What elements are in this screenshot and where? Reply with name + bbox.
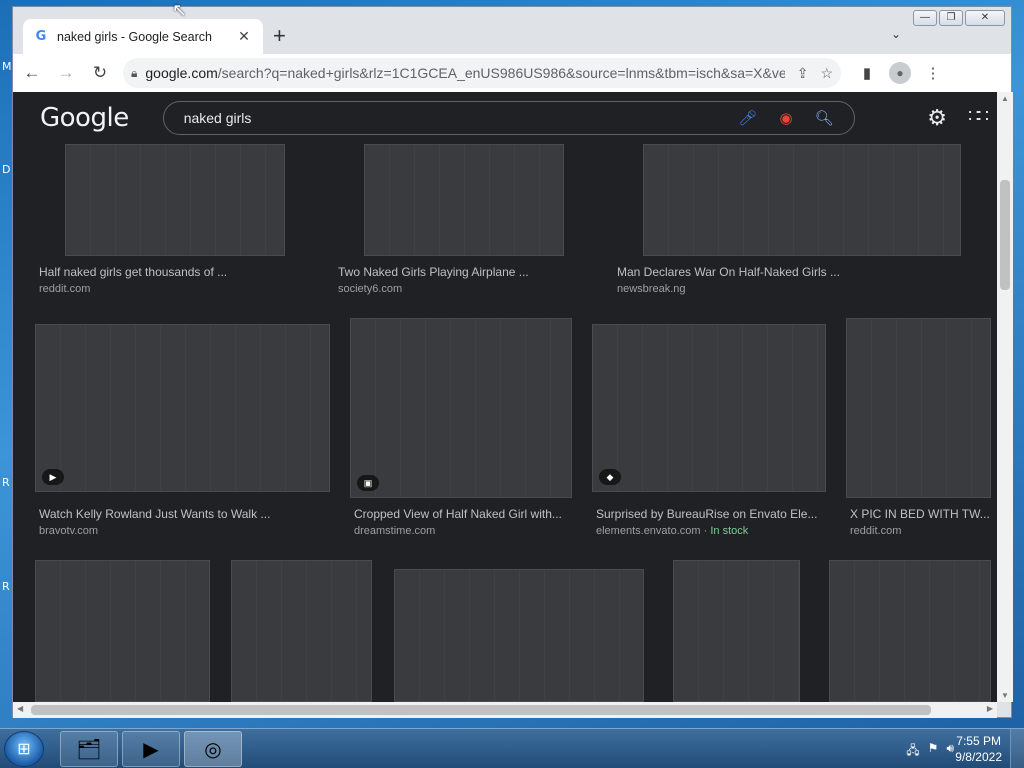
result-image[interactable] (394, 569, 644, 702)
forward-button[interactable]: → (51, 63, 81, 83)
result-source[interactable]: society6.com (338, 283, 402, 295)
address-bar[interactable]: 🔒︎ google.com/search?q=naked+girls&rlz=1… (123, 58, 841, 88)
url-path: /search?q=naked+girls&rlz=1C1GCEA_enUS98… (217, 65, 785, 81)
lock-icon[interactable]: 🔒︎ (131, 66, 137, 81)
scroll-left-arrow-icon[interactable]: ◀ (17, 704, 23, 713)
result-image[interactable] (673, 560, 800, 702)
vertical-scroll-thumb[interactable] (1000, 180, 1010, 290)
result-title[interactable]: Watch Kelly Rowland Just Wants to Walk .… (39, 507, 289, 521)
chrome-menu-icon[interactable]: ⋮ (917, 64, 949, 82)
result-source[interactable]: reddit.com (850, 525, 901, 537)
vertical-scrollbar[interactable]: ▲ ▼ (997, 92, 1013, 702)
price-tag-icon: ◆ (599, 469, 621, 485)
clock-date: 9/8/2022 (955, 750, 1002, 764)
tab-close-icon[interactable]: ✕ (235, 28, 253, 45)
restore-button[interactable]: ❐ (939, 10, 963, 26)
minimize-button[interactable]: — (913, 10, 937, 26)
result-source[interactable]: dreamstime.com (354, 525, 435, 537)
desktop-label: R (2, 580, 10, 593)
clock-time: 7:55 PM (956, 734, 1001, 748)
browser-window: G naked girls - Google Search ✕ + ⌄ — ❐ … (12, 6, 1013, 718)
horizontal-scroll-thumb[interactable] (31, 705, 931, 715)
result-source[interactable]: elements.envato.com · In stock (596, 525, 748, 537)
bookmark-star-icon[interactable]: ☆ (820, 65, 833, 82)
share-icon[interactable]: ⇪ (797, 65, 809, 82)
mouse-cursor-icon: ↖ (172, 0, 188, 20)
scroll-up-arrow-icon[interactable]: ▲ (997, 94, 1013, 103)
search-input[interactable] (183, 110, 717, 126)
google-logo[interactable]: Google (40, 103, 129, 133)
action-center-flag-icon[interactable]: ⚑ (928, 741, 939, 762)
result-image[interactable]: ▣ (350, 318, 572, 498)
search-icon[interactable]: 🔍︎ (815, 109, 834, 127)
desktop-label: R (2, 476, 10, 489)
result-image[interactable] (846, 318, 991, 498)
google-favicon-icon: G (35, 28, 47, 44)
start-button[interactable]: ⊞ (4, 731, 44, 767)
tab-google-search[interactable]: G naked girls - Google Search ✕ (23, 19, 263, 54)
image-results-grid: Half naked girls get thousands of ... re… (13, 144, 997, 702)
lens-icon[interactable]: ◉ (780, 109, 793, 127)
network-icon[interactable]: 🖧︎ (906, 741, 919, 762)
horizontal-scrollbar[interactable]: ◀ ▶ (13, 702, 997, 718)
chrome-taskbar-icon[interactable]: ◎ (184, 731, 242, 767)
result-title[interactable]: Cropped View of Half Naked Girl with... (354, 507, 574, 521)
result-source[interactable]: bravotv.com (39, 525, 98, 537)
result-image[interactable] (364, 144, 564, 256)
scroll-down-arrow-icon[interactable]: ▼ (997, 691, 1013, 700)
back-button[interactable]: ← (17, 63, 47, 83)
video-play-icon: ▶ (42, 469, 64, 485)
media-player-taskbar-icon[interactable]: ▶ (122, 731, 180, 767)
scroll-right-arrow-icon[interactable]: ▶ (987, 704, 993, 713)
result-image[interactable]: ◆ (592, 324, 826, 492)
url-text[interactable]: google.com/search?q=naked+girls&rlz=1C1G… (145, 65, 784, 81)
url-host: google.com (145, 65, 218, 81)
result-title[interactable]: Surprised by BureauRise on Envato Ele... (596, 507, 826, 521)
result-title[interactable]: X PIC IN BED WITH TW... (850, 507, 990, 521)
result-title[interactable]: Two Naked Girls Playing Airplane ... (338, 265, 588, 279)
result-title[interactable]: Man Declares War On Half-Naked Girls ... (617, 265, 907, 279)
file-explorer-taskbar-icon[interactable]: 🗂︎ (60, 731, 118, 767)
search-results-page: Google 🎤︎ ◉ 🔍︎ ⚙ ∷∷ Half naked girls get… (13, 92, 997, 702)
image-badge-icon: ▣ (357, 475, 379, 491)
result-source[interactable]: reddit.com (39, 283, 90, 295)
window-controls: — ❐ ✕ (913, 10, 1005, 26)
search-box: 🎤︎ ◉ 🔍︎ (162, 101, 855, 135)
result-source-domain: elements.envato.com (596, 525, 701, 537)
tab-title: naked girls - Google Search (57, 29, 212, 44)
system-tray: 🖧︎ ⚑ 🔊︎ (906, 741, 954, 762)
browser-toolbar: ← → ↻ 🔒︎ google.com/search?q=naked+girls… (13, 54, 1011, 92)
desktop-label: M (2, 60, 12, 73)
google-header: Google 🎤︎ ◉ 🔍︎ ⚙ ∷∷ (13, 92, 997, 144)
result-image[interactable] (65, 144, 285, 256)
system-clock[interactable]: 7:55 PM 9/8/2022 (955, 733, 1002, 765)
gear-icon[interactable]: ⚙ (927, 105, 947, 131)
result-image[interactable] (231, 560, 372, 702)
volume-icon[interactable]: 🔊︎ (946, 741, 954, 762)
result-title[interactable]: Half naked girls get thousands of ... (39, 265, 299, 279)
side-panel-icon[interactable]: ▮ (851, 64, 883, 82)
close-window-button[interactable]: ✕ (965, 10, 1005, 26)
result-image[interactable] (35, 560, 210, 702)
tab-strip: G naked girls - Google Search ✕ + ⌄ — ❐ … (13, 7, 1011, 54)
result-image[interactable]: ▶ (35, 324, 330, 492)
taskbar: ⊞ 🗂︎ ▶ ◎ 🖧︎ ⚑ 🔊︎ 7:55 PM 9/8/2022 (0, 728, 1024, 768)
reload-button[interactable]: ↻ (85, 63, 115, 83)
in-stock-label: In stock (710, 525, 749, 537)
apps-grid-icon[interactable]: ∷∷ (968, 106, 989, 127)
tab-search-chevron-icon[interactable]: ⌄ (891, 27, 901, 41)
result-source[interactable]: newsbreak.ng (617, 283, 686, 295)
desktop-label: D (2, 163, 11, 176)
result-image[interactable] (829, 560, 991, 702)
mic-icon[interactable]: 🎤︎ (739, 109, 758, 127)
result-image[interactable] (643, 144, 961, 256)
new-tab-button[interactable]: + (273, 25, 286, 47)
profile-avatar[interactable]: ● (889, 62, 911, 84)
show-desktop-button[interactable] (1010, 729, 1024, 768)
